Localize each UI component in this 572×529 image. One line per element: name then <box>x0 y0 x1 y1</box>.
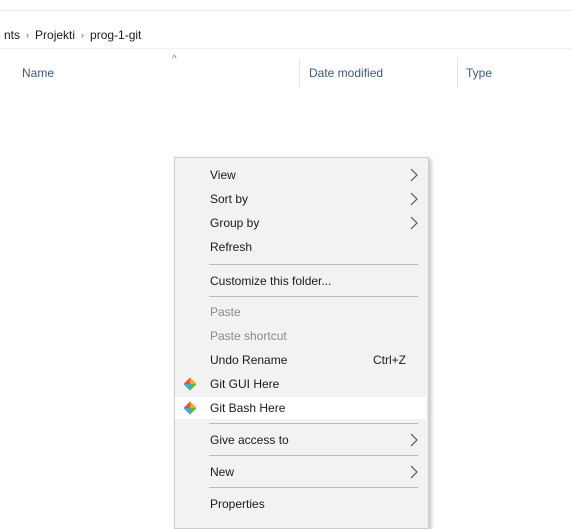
column-type[interactable]: Type <box>466 56 566 90</box>
menu-separator <box>209 423 418 424</box>
shortcut-label: Ctrl+Z <box>373 353 406 367</box>
column-header: Name ^ Date modified Type <box>0 54 572 90</box>
git-icon <box>183 401 197 415</box>
menu-item-label: Git Bash Here <box>210 401 286 415</box>
menu-item-refresh[interactable]: Refresh <box>175 236 426 258</box>
toolbar-divider <box>0 10 572 11</box>
column-name[interactable]: Name ^ <box>22 54 298 90</box>
caret-up-icon: ^ <box>172 54 177 65</box>
menu-item-customize-folder[interactable]: Customize this folder... <box>175 270 426 292</box>
menu-item-git-gui-here[interactable]: Git GUI Here <box>175 373 426 395</box>
chevron-right-icon <box>410 192 418 206</box>
menu-item-new[interactable]: New <box>175 461 426 483</box>
menu-item-view[interactable]: View <box>175 164 426 186</box>
menu-item-label: New <box>210 465 235 479</box>
menu-item-label: Customize this folder... <box>210 274 332 288</box>
menu-separator <box>209 455 418 456</box>
menu-item-label: View <box>210 168 236 182</box>
column-date-modified[interactable]: Date modified <box>309 56 457 90</box>
menu-item-label: Paste <box>210 305 241 319</box>
menu-item-sort-by[interactable]: Sort by <box>175 188 426 210</box>
chevron-right-icon <box>410 433 418 447</box>
menu-item-label: Undo Rename <box>210 353 288 367</box>
menu-item-label: Group by <box>210 216 260 230</box>
chevron-right-icon <box>410 216 418 230</box>
menu-separator <box>209 264 418 265</box>
menu-separator <box>209 296 418 297</box>
column-date-label: Date modified <box>309 66 384 80</box>
menu-item-paste-shortcut: Paste shortcut <box>175 325 426 347</box>
menu-item-label: Properties <box>210 497 265 511</box>
breadcrumb-item-prog-1-git[interactable]: prog-1-git <box>90 28 141 42</box>
column-type-label: Type <box>466 66 493 80</box>
breadcrumb-item-documents[interactable]: nts <box>4 28 20 42</box>
menu-item-group-by[interactable]: Group by <box>175 212 426 234</box>
chevron-right-icon <box>410 168 418 182</box>
menu-item-label: Give access to <box>210 433 289 447</box>
column-name-label: Name <box>22 66 55 80</box>
menu-item-git-bash-here[interactable]: Git Bash Here <box>175 397 426 419</box>
menu-item-properties[interactable]: Properties <box>175 493 426 515</box>
menu-item-undo-rename[interactable]: Undo Rename Ctrl+Z <box>175 349 426 371</box>
column-divider[interactable] <box>299 58 300 88</box>
menu-item-label: Refresh <box>210 240 253 254</box>
breadcrumb-separator-icon: › <box>26 30 30 40</box>
breadcrumb-separator-icon: › <box>81 30 85 40</box>
column-divider[interactable] <box>457 58 458 88</box>
menu-item-label: Sort by <box>210 192 249 206</box>
git-icon <box>183 377 197 391</box>
menu-item-label: Paste shortcut <box>210 329 287 343</box>
context-menu: View Sort by Group by Refresh Customize … <box>174 157 429 529</box>
chevron-right-icon <box>410 465 418 479</box>
menu-item-give-access[interactable]: Give access to <box>175 429 426 451</box>
breadcrumb-item-projekti[interactable]: Projekti <box>35 28 75 42</box>
breadcrumb[interactable]: nts › Projekti › prog-1-git <box>0 22 572 49</box>
menu-separator <box>209 487 418 488</box>
menu-item-paste: Paste <box>175 301 426 323</box>
menu-item-label: Git GUI Here <box>210 377 280 391</box>
